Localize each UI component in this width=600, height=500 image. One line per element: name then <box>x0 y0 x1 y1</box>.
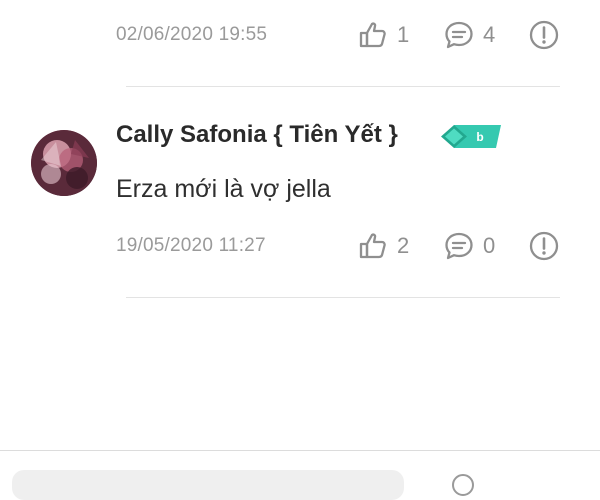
like-button[interactable]: 2 <box>357 230 409 262</box>
level-badge-label: b <box>476 130 483 144</box>
comment-author[interactable]: Cally Safonia { Tiên Yết } <box>116 121 398 149</box>
like-count: 2 <box>397 233 410 258</box>
report-button[interactable] <box>528 230 560 267</box>
thumbs-up-icon <box>359 22 386 48</box>
reply-count: 0 <box>483 233 496 258</box>
report-button[interactable] <box>528 19 560 56</box>
exclamation-circle-icon <box>529 231 559 261</box>
like-button[interactable]: 1 <box>357 19 409 51</box>
like-count: 1 <box>397 22 410 47</box>
level-badge-icon: b <box>441 125 501 148</box>
reply-count: 4 <box>483 22 496 47</box>
reply-button[interactable]: 0 <box>443 230 495 262</box>
chat-bubble-icon <box>445 232 473 260</box>
comment-divider <box>126 86 560 87</box>
avatar[interactable] <box>31 130 97 196</box>
comment-divider <box>126 297 560 298</box>
reply-button[interactable]: 4 <box>443 19 495 51</box>
comment-timestamp: 02/06/2020 19:55 <box>116 24 268 45</box>
avatar-image <box>31 130 97 196</box>
thumbs-up-icon <box>359 233 386 259</box>
comment-timestamp: 19/05/2020 11:27 <box>116 235 266 256</box>
level-badge: b <box>441 123 501 155</box>
emoji-icon[interactable] <box>452 474 474 496</box>
exclamation-circle-icon <box>529 20 559 50</box>
comment-input[interactable] <box>12 470 404 500</box>
comment-text: Erza mới là vợ jella <box>116 175 331 203</box>
chat-bubble-icon <box>445 21 473 49</box>
